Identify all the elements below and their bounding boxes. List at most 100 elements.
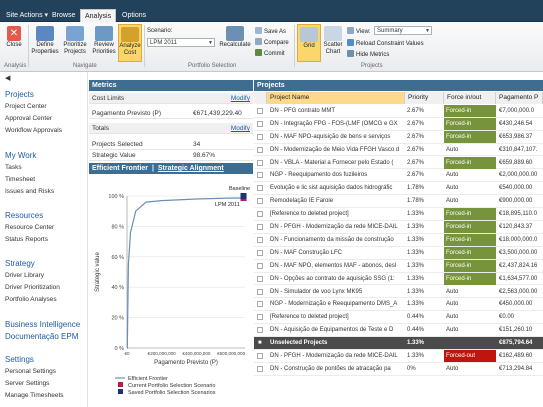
row-checkbox[interactable] (257, 262, 263, 269)
row-checkbox[interactable] (257, 172, 263, 179)
grid-button[interactable]: Grid (297, 24, 321, 62)
commit-button[interactable]: Commit (255, 49, 285, 58)
table-row[interactable]: Evolução e lic sist aquisição dados hidr… (254, 182, 543, 196)
recalculate-button[interactable]: Recalculate (218, 26, 252, 49)
table-row[interactable]: DN - Funcionamento da missão de construç… (254, 233, 543, 247)
row-checkbox[interactable] (257, 224, 263, 230)
force-in-out-cell[interactable]: Auto (444, 363, 496, 375)
row-checkbox[interactable] (257, 353, 263, 359)
force-in-out-cell[interactable]: Forced-in (444, 156, 496, 169)
force-in-out-cell[interactable]: Forced-in (444, 259, 496, 272)
nav-heading-projects[interactable]: Projects (5, 90, 34, 99)
force-in-out-cell[interactable]: Forced-in (444, 130, 496, 143)
table-row[interactable]: DN - Construção de pontões de atracação … (254, 363, 543, 376)
nav-heading-my-work[interactable]: My Work (5, 151, 36, 160)
reload-constraint-values-button[interactable]: Reload Constraint Values (347, 39, 424, 48)
review-priorities-button[interactable]: Review Priorities (91, 26, 117, 56)
force-in-out-cell[interactable]: Auto (444, 144, 496, 156)
force-in-out-cell[interactable]: Forced-in (444, 246, 496, 259)
force-in-out-cell[interactable]: Forced-in (444, 208, 496, 221)
table-row[interactable]: DN - PFG contrato MMT 2.67% Forced-in €7,00… (254, 104, 543, 118)
nav-item-resource-center[interactable]: Resource Center (5, 224, 54, 231)
table-row[interactable]: DN - MAF NPO, elementos MAF - abonos, de… (254, 259, 543, 273)
table-row[interactable]: Remodelação IE Faroie 1.78% Auto €900,000.0… (254, 195, 543, 209)
prioritize-projects-button[interactable]: Prioritize Projects (61, 26, 89, 56)
row-checkbox[interactable] (257, 301, 263, 308)
nav-item-status-reports[interactable]: Status Reports (5, 236, 48, 243)
scatter-chart-button[interactable]: Scatter Chart (323, 26, 343, 56)
row-checkbox[interactable] (257, 146, 263, 153)
force-in-out-cell[interactable]: Auto (444, 195, 496, 207)
tab-options[interactable]: Options (118, 9, 150, 22)
tab-analysis[interactable]: Analysis (80, 9, 117, 22)
force-in-out-cell[interactable]: Auto (444, 169, 496, 181)
table-row[interactable]: DN - Integração FPG - FOS-(LMF (OMCG e G… (254, 117, 543, 131)
cost-limits-modify-link[interactable]: Modify (231, 93, 250, 104)
table-row[interactable]: [Reference to deleted project] 1.33% Force… (254, 208, 543, 221)
nav-item-issues-and-risks[interactable]: Issues and Risks (5, 188, 54, 195)
row-checkbox[interactable] (257, 107, 263, 114)
nav-item-tasks[interactable]: Tasks (5, 164, 22, 171)
table-row[interactable]: DN - VBLA - Material a Fornecer pelo Est… (254, 156, 543, 170)
force-in-out-cell[interactable]: Forced-in (444, 117, 496, 130)
force-in-out-cell[interactable]: Forced-out (444, 350, 496, 362)
site-actions-menu[interactable]: Site Actions ▾ (2, 9, 52, 22)
table-row[interactable]: NGP - Reequipamento dos fuzileiros 2.67% A… (254, 169, 543, 183)
table-row[interactable]: [Reference to deleted project] 0.44% Auto €… (254, 311, 543, 325)
table-row[interactable]: DN - PFGH - Modernização da rede MICE-DA… (254, 221, 543, 234)
column-header-priority[interactable]: Priority (405, 92, 444, 104)
scenario-select[interactable]: LPM 2011 ▼ (147, 38, 215, 47)
tab-browse[interactable]: Browse (48, 9, 79, 22)
nav-heading-settings[interactable]: Settings (5, 355, 34, 364)
row-checkbox[interactable] (257, 327, 263, 334)
row-checkbox[interactable] (257, 198, 263, 205)
force-in-out-cell[interactable]: Forced-in (444, 221, 496, 233)
compare-button[interactable]: Compare (255, 38, 289, 47)
force-in-out-cell[interactable]: Forced-in (444, 272, 496, 285)
define-properties-button[interactable]: Define Properties (31, 26, 59, 56)
collapse-nav-icon[interactable]: ◀ (5, 74, 10, 82)
force-in-out-cell[interactable]: Auto (444, 182, 496, 194)
force-in-out-cell[interactable]: Forced-in (444, 233, 496, 246)
nav-item-personal-settings[interactable]: Personal Settings (5, 368, 56, 375)
nav-item-driver-library[interactable]: Driver Library (5, 272, 44, 279)
row-checkbox[interactable] (257, 288, 263, 295)
nav-item-project-center[interactable]: Project Center (5, 103, 47, 110)
table-row[interactable]: DN - Simulador de voo Lynx MK95 1.33% Auto… (254, 286, 543, 299)
force-in-out-cell[interactable]: Auto (444, 286, 496, 298)
hide-metrics-button[interactable]: Hide Metrics (347, 50, 389, 59)
nav-link-documentacao-epm[interactable]: Documentação EPM (5, 332, 78, 341)
nav-item-approval-center[interactable]: Approval Center (5, 115, 52, 122)
analyze-cost-button[interactable]: Analyze Cost (118, 24, 142, 62)
nav-heading-resources[interactable]: Resources (5, 211, 43, 220)
nav-item-server-settings[interactable]: Server Settings (5, 380, 49, 387)
table-row[interactable]: DN - Aquisição de Equipamentos de Teste … (254, 324, 543, 338)
nav-item-driver-prioritization[interactable]: Driver Prioritization (5, 284, 60, 291)
nav-item-portfolio-analyses[interactable]: Portfolio Analyses (5, 296, 57, 303)
row-checkbox[interactable] (257, 249, 263, 256)
nav-item-manage-timesheets[interactable]: Manage Timesheets (5, 392, 64, 399)
nav-item-workflow-approvals[interactable]: Workflow Approvals (5, 127, 62, 134)
nav-item-timesheet[interactable]: Timesheet (5, 176, 35, 183)
row-checkbox[interactable] (257, 211, 263, 218)
row-checkbox[interactable] (257, 236, 263, 243)
table-row[interactable]: DN - Opções ao contrato de aquisição SSG… (254, 272, 543, 286)
save-as-button[interactable]: Save As (255, 27, 286, 36)
force-in-out-cell[interactable]: Auto (444, 298, 496, 310)
row-checkbox[interactable] (257, 314, 263, 321)
column-header-pagamento[interactable]: Pagamento P (496, 92, 543, 104)
table-row[interactable]: NGP - Modernização e Reequipamento DMS_A… (254, 298, 543, 312)
row-checkbox[interactable] (257, 365, 263, 372)
column-header-project-name[interactable]: Project Name (267, 92, 405, 104)
row-checkbox[interactable] (257, 275, 263, 282)
close-button[interactable]: ✕ Close (3, 26, 25, 49)
force-in-out-cell[interactable]: Auto (444, 324, 496, 336)
table-row[interactable]: DN - Modernização de Meio Vida FFGH Vasc… (254, 144, 543, 157)
tab-strategic-alignment[interactable]: Strategic Alignment (158, 165, 224, 172)
collapse-group-icon[interactable]: ■ (256, 337, 265, 349)
row-checkbox[interactable] (257, 133, 263, 140)
unselected-projects-group-row[interactable]: ■ Unselected Projects 1.33% €875,794.64 (254, 337, 543, 350)
column-header-force-in-out[interactable]: Force in/out (444, 92, 496, 104)
tab-efficient-frontier[interactable]: Efficient Frontier (92, 165, 148, 172)
table-row[interactable]: DN - PFGH - Modernização da rede MICE-DA… (254, 350, 543, 363)
